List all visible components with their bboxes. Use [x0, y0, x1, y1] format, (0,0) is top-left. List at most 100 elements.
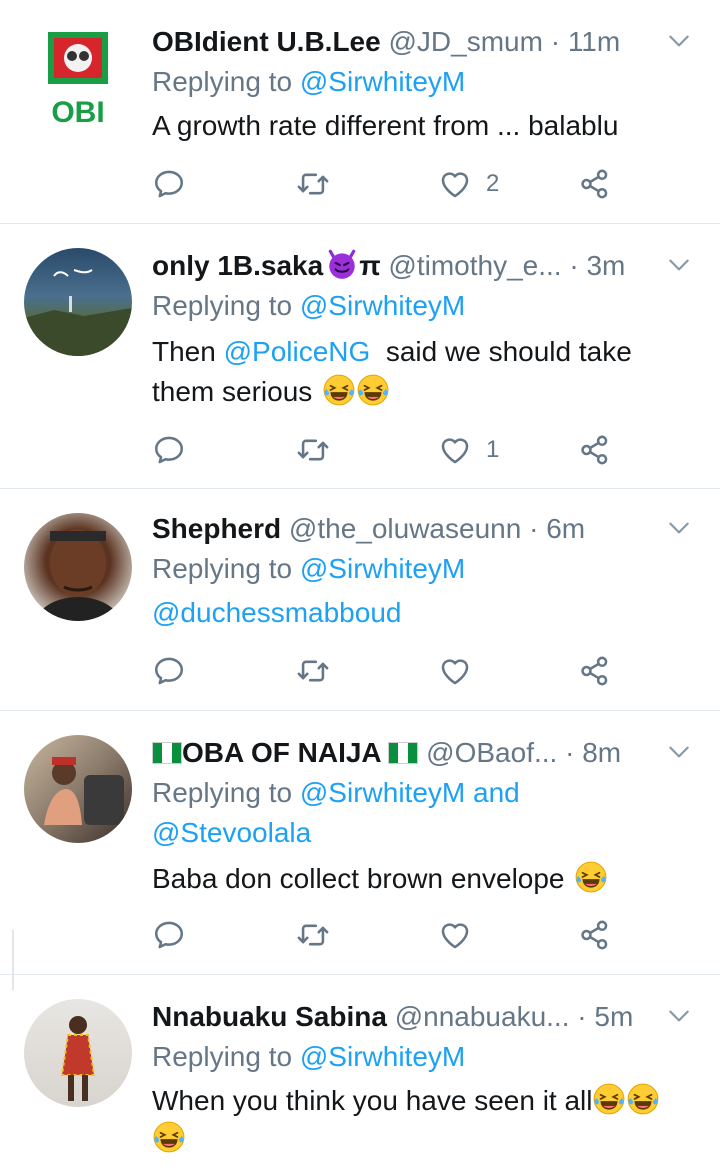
heart-icon [438, 654, 472, 688]
chevron-down-icon[interactable] [666, 1003, 692, 1029]
display-name[interactable]: Nnabuaku Sabina [152, 1001, 387, 1032]
share-button[interactable] [578, 915, 612, 955]
heart-icon [438, 433, 472, 467]
avatar-image [44, 757, 124, 825]
user-handle: @nnabuaku... [394, 1001, 570, 1032]
user-handle: @OBaof... [426, 737, 558, 768]
user-handle: @timothy_e... [388, 250, 562, 281]
timestamp: 8m [582, 737, 622, 768]
laughing-emoji-icon [574, 860, 608, 894]
laughing-emoji-icon [152, 1120, 186, 1154]
avatar[interactable] [24, 513, 132, 621]
avatar-image [34, 529, 122, 621]
avatar-image [60, 1016, 96, 1101]
share-button[interactable] [578, 430, 612, 470]
tweet-header: Shepherd @the_oluwaseunn · 6m [152, 513, 586, 544]
reply-button[interactable] [152, 915, 186, 955]
laughing-emoji-icon [322, 373, 356, 407]
tweet-header: OBIdient U.B.Lee @JD_smum · 11m [152, 26, 621, 57]
avatar[interactable] [24, 248, 132, 356]
tweet-header: OBA OF NAIJA @OBaof... · 8m [152, 733, 720, 773]
tweet-5[interactable]: Nnabuaku Sabina @nnabuaku... · 5m Replyi… [0, 975, 720, 1173]
user-handle: @the_oluwaseunn [288, 513, 522, 544]
like-button[interactable]: 2 [438, 164, 499, 204]
tweet-header: only 1B.saka π @timothy_e... · 3m [152, 246, 720, 286]
tweet-text: When you think you have seen it all [152, 1081, 660, 1121]
tweet-text: A growth rate different from ... balablu [152, 110, 619, 141]
replying-to: Replying to @SirwhiteyM [152, 290, 466, 321]
chevron-down-icon[interactable] [666, 515, 692, 541]
heart-icon [438, 167, 472, 201]
retweet-icon [296, 654, 330, 688]
chevron-down-icon[interactable] [666, 739, 692, 765]
laughing-emoji-icon [592, 1082, 626, 1116]
like-count: 1 [486, 436, 500, 463]
nigeria-flag-icon [388, 742, 418, 764]
mention-link[interactable]: @SirwhiteyM [300, 553, 465, 584]
retweet-button[interactable] [296, 430, 330, 470]
display-name[interactable]: OBIdient U.B.Lee [152, 26, 381, 57]
mention-link[interactable]: @SirwhiteyM [300, 66, 465, 97]
retweet-button[interactable] [296, 651, 330, 691]
reply-icon [152, 654, 186, 688]
reply-icon [152, 167, 186, 201]
avatar[interactable]: OBI [24, 24, 132, 132]
display-name[interactable]: only 1B.saka π [152, 250, 381, 281]
share-icon [578, 167, 612, 201]
mention-link[interactable]: @SirwhiteyM [300, 777, 465, 808]
reply-button[interactable] [152, 430, 186, 470]
retweet-icon [296, 167, 330, 201]
reply-icon [152, 918, 186, 952]
mention-link[interactable]: @SirwhiteyM [300, 290, 465, 321]
like-button[interactable] [438, 915, 472, 955]
action-bar [152, 651, 720, 691]
heart-icon [438, 918, 472, 952]
chevron-down-icon[interactable] [666, 28, 692, 54]
display-name[interactable]: OBA OF NAIJA [152, 737, 418, 768]
timestamp: 3m [586, 250, 626, 281]
reply-button[interactable] [152, 651, 186, 691]
reply-icon [152, 433, 186, 467]
share-button[interactable] [578, 651, 612, 691]
share-icon [578, 654, 612, 688]
replying-to: Replying to @SirwhiteyM [152, 1041, 466, 1072]
action-bar [152, 915, 720, 955]
retweet-icon [296, 918, 330, 952]
nigeria-flag-icon [152, 742, 182, 764]
timestamp: 11m [567, 26, 621, 57]
avatar[interactable] [24, 735, 132, 843]
laughing-emoji-icon [356, 373, 390, 407]
share-button[interactable] [578, 164, 612, 204]
scroll-edge [0, 930, 14, 990]
like-count: 2 [486, 170, 500, 197]
tweet-header: Nnabuaku Sabina @nnabuaku... · 5m [152, 1001, 634, 1032]
replying-to: Replying to @SirwhiteyM and [152, 777, 520, 808]
replying-to-line-2: @Stevoolala [152, 813, 311, 853]
tweet-4[interactable]: OBA OF NAIJA @OBaof... · 8m Replying to … [0, 711, 720, 975]
action-bar: 1 [152, 430, 720, 470]
tweet-3[interactable]: Shepherd @the_oluwaseunn · 6m Replying t… [0, 489, 720, 711]
retweet-icon [296, 433, 330, 467]
display-name[interactable]: Shepherd [152, 513, 281, 544]
like-button[interactable] [438, 651, 472, 691]
mention-link[interactable]: @PoliceNG [224, 336, 371, 367]
tweet-text-line-2 [152, 1119, 186, 1159]
replying-to: Replying to @SirwhiteyM [152, 553, 466, 584]
like-button[interactable]: 1 [438, 430, 499, 470]
mention-link[interactable]: @duchessmabboud [152, 597, 401, 628]
mention-link[interactable]: @Stevoolala [152, 817, 311, 848]
mention-link[interactable]: @SirwhiteyM [300, 1041, 465, 1072]
share-icon [578, 918, 612, 952]
avatar[interactable] [24, 999, 132, 1107]
tweet-2[interactable]: only 1B.saka π @timothy_e... · 3m Replyin… [0, 224, 720, 489]
retweet-button[interactable] [296, 915, 330, 955]
tweet-text-line-2: them serious [152, 372, 390, 412]
replying-to: Replying to @SirwhiteyM [152, 66, 466, 97]
reply-button[interactable] [152, 164, 186, 204]
timestamp: 6m [546, 513, 586, 544]
retweet-button[interactable] [296, 164, 330, 204]
tweet-1[interactable]: OBI OBIdient U.B.Lee @JD_smum · 11m Repl… [0, 0, 720, 224]
chevron-down-icon[interactable] [666, 252, 692, 278]
share-icon [578, 433, 612, 467]
laughing-emoji-icon [626, 1082, 660, 1116]
